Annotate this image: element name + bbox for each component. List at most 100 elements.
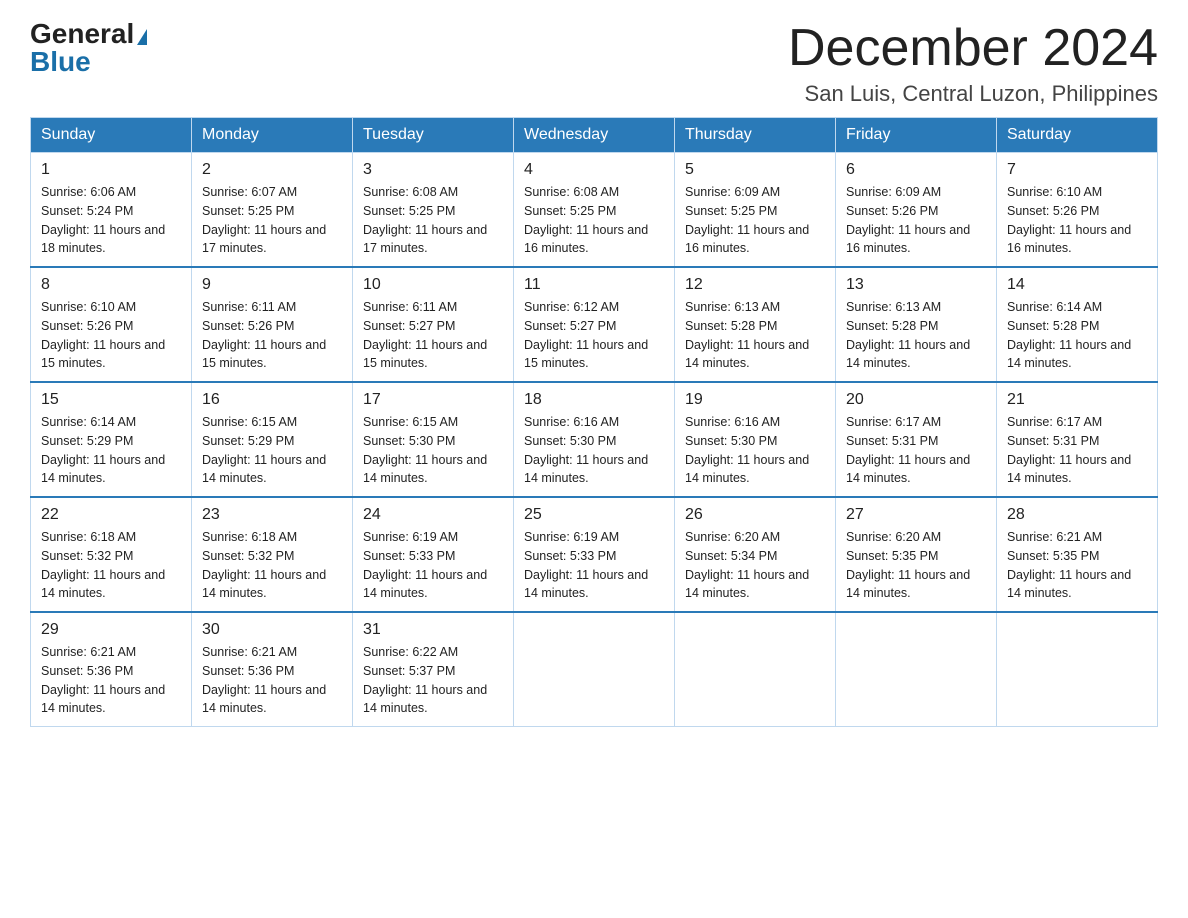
day-info: Sunrise: 6:19 AM Sunset: 5:33 PM Dayligh… xyxy=(363,528,503,603)
calendar-cell: 4 Sunrise: 6:08 AM Sunset: 5:25 PM Dayli… xyxy=(514,153,675,268)
day-number: 23 xyxy=(202,506,342,524)
calendar-cell: 26 Sunrise: 6:20 AM Sunset: 5:34 PM Dayl… xyxy=(675,497,836,612)
day-number: 7 xyxy=(1007,161,1147,179)
day-number: 24 xyxy=(363,506,503,524)
day-info: Sunrise: 6:11 AM Sunset: 5:26 PM Dayligh… xyxy=(202,298,342,373)
day-number: 4 xyxy=(524,161,664,179)
day-number: 25 xyxy=(524,506,664,524)
calendar-cell: 12 Sunrise: 6:13 AM Sunset: 5:28 PM Dayl… xyxy=(675,267,836,382)
day-number: 15 xyxy=(41,391,181,409)
month-title: December 2024 xyxy=(788,20,1158,77)
calendar-cell xyxy=(675,612,836,727)
day-info: Sunrise: 6:16 AM Sunset: 5:30 PM Dayligh… xyxy=(524,413,664,488)
weekday-header-saturday: Saturday xyxy=(997,118,1158,153)
day-info: Sunrise: 6:20 AM Sunset: 5:35 PM Dayligh… xyxy=(846,528,986,603)
day-number: 14 xyxy=(1007,276,1147,294)
logo-general-text: General xyxy=(30,18,134,49)
calendar-cell: 2 Sunrise: 6:07 AM Sunset: 5:25 PM Dayli… xyxy=(192,153,353,268)
day-info: Sunrise: 6:15 AM Sunset: 5:29 PM Dayligh… xyxy=(202,413,342,488)
calendar-cell: 11 Sunrise: 6:12 AM Sunset: 5:27 PM Dayl… xyxy=(514,267,675,382)
day-number: 12 xyxy=(685,276,825,294)
calendar-cell: 28 Sunrise: 6:21 AM Sunset: 5:35 PM Dayl… xyxy=(997,497,1158,612)
day-number: 2 xyxy=(202,161,342,179)
logo-blue-text: Blue xyxy=(30,48,91,76)
calendar-cell: 21 Sunrise: 6:17 AM Sunset: 5:31 PM Dayl… xyxy=(997,382,1158,497)
day-info: Sunrise: 6:09 AM Sunset: 5:26 PM Dayligh… xyxy=(846,183,986,258)
calendar-cell: 10 Sunrise: 6:11 AM Sunset: 5:27 PM Dayl… xyxy=(353,267,514,382)
day-number: 19 xyxy=(685,391,825,409)
calendar-cell xyxy=(836,612,997,727)
week-row-1: 1 Sunrise: 6:06 AM Sunset: 5:24 PM Dayli… xyxy=(31,153,1158,268)
weekday-header-friday: Friday xyxy=(836,118,997,153)
logo-triangle-icon xyxy=(137,29,147,45)
title-block: December 2024 San Luis, Central Luzon, P… xyxy=(788,20,1158,107)
day-info: Sunrise: 6:16 AM Sunset: 5:30 PM Dayligh… xyxy=(685,413,825,488)
day-info: Sunrise: 6:21 AM Sunset: 5:36 PM Dayligh… xyxy=(41,643,181,718)
day-info: Sunrise: 6:21 AM Sunset: 5:36 PM Dayligh… xyxy=(202,643,342,718)
weekday-header-sunday: Sunday xyxy=(31,118,192,153)
day-info: Sunrise: 6:17 AM Sunset: 5:31 PM Dayligh… xyxy=(846,413,986,488)
day-number: 21 xyxy=(1007,391,1147,409)
day-info: Sunrise: 6:19 AM Sunset: 5:33 PM Dayligh… xyxy=(524,528,664,603)
calendar-cell: 15 Sunrise: 6:14 AM Sunset: 5:29 PM Dayl… xyxy=(31,382,192,497)
day-info: Sunrise: 6:06 AM Sunset: 5:24 PM Dayligh… xyxy=(41,183,181,258)
day-info: Sunrise: 6:10 AM Sunset: 5:26 PM Dayligh… xyxy=(41,298,181,373)
day-info: Sunrise: 6:13 AM Sunset: 5:28 PM Dayligh… xyxy=(685,298,825,373)
calendar-cell: 19 Sunrise: 6:16 AM Sunset: 5:30 PM Dayl… xyxy=(675,382,836,497)
day-info: Sunrise: 6:13 AM Sunset: 5:28 PM Dayligh… xyxy=(846,298,986,373)
calendar-cell: 31 Sunrise: 6:22 AM Sunset: 5:37 PM Dayl… xyxy=(353,612,514,727)
day-number: 10 xyxy=(363,276,503,294)
calendar-cell: 16 Sunrise: 6:15 AM Sunset: 5:29 PM Dayl… xyxy=(192,382,353,497)
calendar-cell: 1 Sunrise: 6:06 AM Sunset: 5:24 PM Dayli… xyxy=(31,153,192,268)
day-number: 30 xyxy=(202,621,342,639)
week-row-4: 22 Sunrise: 6:18 AM Sunset: 5:32 PM Dayl… xyxy=(31,497,1158,612)
logo-top: General xyxy=(30,20,147,48)
calendar-cell: 24 Sunrise: 6:19 AM Sunset: 5:33 PM Dayl… xyxy=(353,497,514,612)
day-number: 31 xyxy=(363,621,503,639)
day-info: Sunrise: 6:18 AM Sunset: 5:32 PM Dayligh… xyxy=(41,528,181,603)
location-title: San Luis, Central Luzon, Philippines xyxy=(788,81,1158,107)
calendar-cell: 7 Sunrise: 6:10 AM Sunset: 5:26 PM Dayli… xyxy=(997,153,1158,268)
weekday-header-row: SundayMondayTuesdayWednesdayThursdayFrid… xyxy=(31,118,1158,153)
day-number: 22 xyxy=(41,506,181,524)
day-number: 17 xyxy=(363,391,503,409)
day-info: Sunrise: 6:08 AM Sunset: 5:25 PM Dayligh… xyxy=(524,183,664,258)
day-info: Sunrise: 6:21 AM Sunset: 5:35 PM Dayligh… xyxy=(1007,528,1147,603)
calendar-cell: 27 Sunrise: 6:20 AM Sunset: 5:35 PM Dayl… xyxy=(836,497,997,612)
day-info: Sunrise: 6:22 AM Sunset: 5:37 PM Dayligh… xyxy=(363,643,503,718)
week-row-2: 8 Sunrise: 6:10 AM Sunset: 5:26 PM Dayli… xyxy=(31,267,1158,382)
day-info: Sunrise: 6:08 AM Sunset: 5:25 PM Dayligh… xyxy=(363,183,503,258)
calendar-cell: 6 Sunrise: 6:09 AM Sunset: 5:26 PM Dayli… xyxy=(836,153,997,268)
day-number: 3 xyxy=(363,161,503,179)
day-info: Sunrise: 6:12 AM Sunset: 5:27 PM Dayligh… xyxy=(524,298,664,373)
calendar-cell: 5 Sunrise: 6:09 AM Sunset: 5:25 PM Dayli… xyxy=(675,153,836,268)
day-number: 16 xyxy=(202,391,342,409)
calendar-cell: 13 Sunrise: 6:13 AM Sunset: 5:28 PM Dayl… xyxy=(836,267,997,382)
calendar-cell: 9 Sunrise: 6:11 AM Sunset: 5:26 PM Dayli… xyxy=(192,267,353,382)
weekday-header-wednesday: Wednesday xyxy=(514,118,675,153)
day-number: 18 xyxy=(524,391,664,409)
day-info: Sunrise: 6:17 AM Sunset: 5:31 PM Dayligh… xyxy=(1007,413,1147,488)
day-number: 27 xyxy=(846,506,986,524)
day-number: 29 xyxy=(41,621,181,639)
week-row-3: 15 Sunrise: 6:14 AM Sunset: 5:29 PM Dayl… xyxy=(31,382,1158,497)
day-number: 11 xyxy=(524,276,664,294)
day-info: Sunrise: 6:14 AM Sunset: 5:29 PM Dayligh… xyxy=(41,413,181,488)
day-info: Sunrise: 6:20 AM Sunset: 5:34 PM Dayligh… xyxy=(685,528,825,603)
day-number: 13 xyxy=(846,276,986,294)
day-info: Sunrise: 6:11 AM Sunset: 5:27 PM Dayligh… xyxy=(363,298,503,373)
calendar-cell: 17 Sunrise: 6:15 AM Sunset: 5:30 PM Dayl… xyxy=(353,382,514,497)
calendar-cell: 23 Sunrise: 6:18 AM Sunset: 5:32 PM Dayl… xyxy=(192,497,353,612)
day-number: 1 xyxy=(41,161,181,179)
day-number: 6 xyxy=(846,161,986,179)
day-number: 26 xyxy=(685,506,825,524)
weekday-header-monday: Monday xyxy=(192,118,353,153)
day-number: 9 xyxy=(202,276,342,294)
weekday-header-tuesday: Tuesday xyxy=(353,118,514,153)
week-row-5: 29 Sunrise: 6:21 AM Sunset: 5:36 PM Dayl… xyxy=(31,612,1158,727)
logo: General Blue xyxy=(30,20,147,76)
calendar-cell: 25 Sunrise: 6:19 AM Sunset: 5:33 PM Dayl… xyxy=(514,497,675,612)
calendar-table: SundayMondayTuesdayWednesdayThursdayFrid… xyxy=(30,117,1158,727)
day-number: 28 xyxy=(1007,506,1147,524)
calendar-cell: 22 Sunrise: 6:18 AM Sunset: 5:32 PM Dayl… xyxy=(31,497,192,612)
